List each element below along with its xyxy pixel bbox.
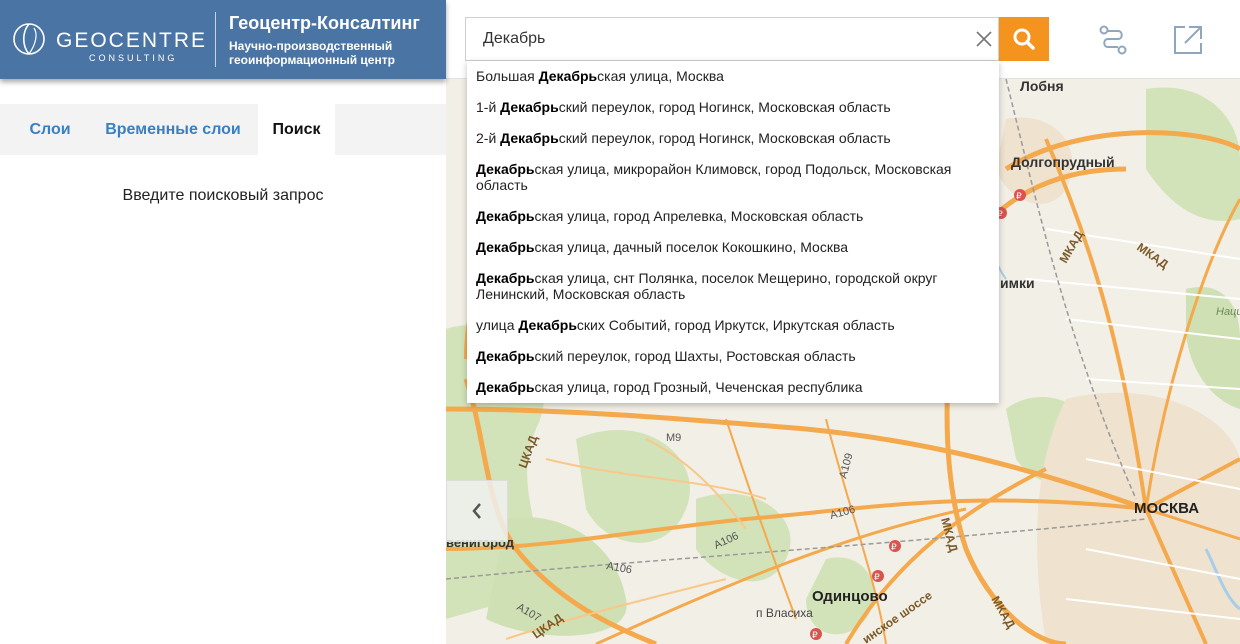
svg-text:Долгопрудный: Долгопрудный — [1011, 154, 1115, 170]
tab-search[interactable]: Поиск — [258, 104, 335, 155]
svg-text:₽: ₽ — [891, 542, 897, 552]
suggestion-item[interactable]: 2-й Декабрьский переулок, город Ногинск,… — [467, 123, 999, 154]
svg-text:₽: ₽ — [874, 572, 880, 582]
brand-wordmark: GEOCENTRE — [56, 29, 208, 52]
external-link-icon[interactable] — [1171, 23, 1205, 57]
suggestion-prefix: улица — [476, 317, 519, 333]
search-icon — [1013, 28, 1035, 50]
search-suggestions: Большая Декабрьская улица, Москва 1-й Дек… — [467, 61, 999, 403]
suggestion-suffix: ский переулок, город Ногинск, Московская… — [558, 130, 891, 146]
suggestion-suffix: ский переулок, город Шахты, Ростовская о… — [534, 348, 856, 364]
suggestion-match: Декабрь — [500, 130, 559, 146]
suggestion-item[interactable]: Декабрьский переулок, город Шахты, Росто… — [467, 341, 999, 372]
search-box — [465, 17, 999, 61]
brand-description-line-2: геоинформационный центр — [229, 53, 395, 67]
svg-text:М9: М9 — [666, 432, 681, 444]
svg-text:Лобня: Лобня — [1020, 79, 1064, 94]
search-placeholder-message: Введите поисковый запрос — [122, 187, 324, 204]
suggestion-match: Декабрь — [500, 99, 559, 115]
brand-description: Научно-производственный геоинформационны… — [229, 39, 429, 67]
suggestion-item[interactable]: Декабрьская улица, город Грозный, Чеченс… — [467, 372, 999, 403]
svg-text:₽: ₽ — [812, 630, 818, 640]
brand-description-line-1: Научно-производственный — [229, 39, 393, 53]
suggestion-match: Декабрь — [538, 68, 598, 84]
collapse-panel-button[interactable] — [446, 480, 508, 542]
svg-text:п Власиха: п Власиха — [756, 606, 813, 620]
suggestion-item[interactable]: Большая Декабрьская улица, Москва — [467, 61, 999, 92]
chevron-left-icon — [472, 503, 481, 519]
suggestion-suffix: ская улица, город Апрелевка, Московская … — [534, 208, 864, 224]
suggestion-match: Декабрь — [476, 348, 535, 364]
suggestion-suffix: ская улица, дачный поселок Кокошкино, Мо… — [534, 239, 849, 255]
suggestion-suffix: ских Событий, город Иркутск, Иркутская о… — [576, 317, 895, 333]
suggestion-item[interactable]: Декабрьская улица, снт Полянка, поселок … — [467, 263, 999, 310]
svg-text:МОСКВА: МОСКВА — [1134, 500, 1199, 517]
brand-wordmark-sub: CONSULTING — [89, 53, 178, 63]
tab-layers[interactable]: Слои — [14, 104, 86, 155]
left-panel: Слои Временные слои Поиск Введите поиско… — [0, 79, 446, 644]
suggestion-prefix: 2-й — [476, 130, 501, 146]
suggestion-item[interactable]: улица Декабрьских Событий, город Иркутск… — [467, 310, 999, 341]
suggestion-prefix: Большая — [476, 68, 539, 84]
svg-text:Одинцово: Одинцово — [812, 588, 888, 605]
brand-divider — [215, 12, 216, 67]
suggestion-prefix: 1-й — [476, 99, 501, 115]
suggestion-match: Декабрь — [518, 317, 577, 333]
suggestion-item[interactable]: Декабрьская улица, город Апрелевка, Моск… — [467, 201, 999, 232]
svg-text:Национ парк Лосины: Национ парк Лосины — [1216, 306, 1240, 318]
suggestion-suffix: ская улица, снт Полянка, поселок Мещерин… — [476, 270, 938, 302]
suggestion-match: Декабрь — [476, 270, 535, 286]
route-icon[interactable] — [1096, 23, 1130, 57]
suggestion-match: Декабрь — [476, 161, 535, 177]
svg-text:₽: ₽ — [1016, 191, 1022, 201]
svg-text:имки: имки — [1000, 275, 1035, 291]
tab-bar: Слои Временные слои Поиск — [0, 104, 446, 155]
suggestion-match: Декабрь — [476, 379, 535, 395]
suggestion-suffix: ский переулок, город Ногинск, Московская… — [558, 99, 891, 115]
suggestion-match: Декабрь — [476, 239, 535, 255]
search-input[interactable] — [466, 18, 966, 60]
suggestion-match: Декабрь — [476, 208, 535, 224]
suggestion-item[interactable]: 1-й Декабрьский переулок, город Ногинск,… — [467, 92, 999, 123]
clear-icon[interactable] — [974, 29, 994, 49]
suggestion-suffix: ская улица, Москва — [597, 68, 724, 84]
brand-title: Геоцентр-Консалтинг — [229, 13, 420, 33]
suggestion-item[interactable]: Декабрьская улица, микрорайон Климовск, … — [467, 154, 999, 201]
suggestion-suffix: ская улица, город Грозный, Чеченская рес… — [534, 379, 863, 395]
suggestion-item[interactable]: Декабрьская улица, дачный поселок Кокошк… — [467, 232, 999, 263]
geocentre-logo-icon — [13, 23, 45, 55]
search-button[interactable] — [999, 17, 1049, 61]
suggestion-suffix: ская улица, микрорайон Климовск, город П… — [476, 161, 952, 193]
tab-temporary-layers[interactable]: Временные слои — [92, 104, 254, 155]
brand-header: GEOCENTRE CONSULTING Геоцентр-Консалтинг… — [0, 0, 446, 79]
